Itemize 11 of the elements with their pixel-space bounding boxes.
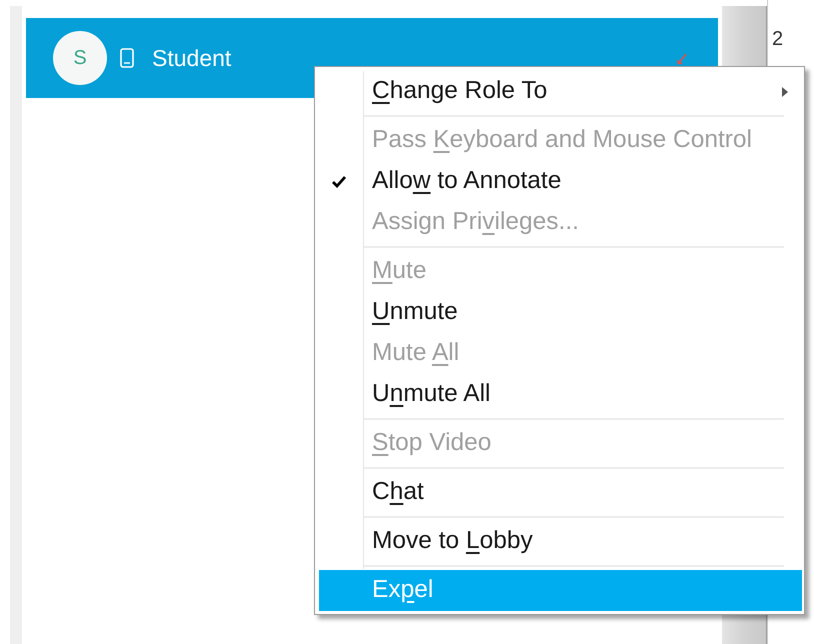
menu-item[interactable]: Chat [315, 472, 802, 513]
participant-name: Student [152, 44, 232, 73]
menu-item[interactable]: Move to Lobby [315, 521, 802, 562]
side-text: 2 [772, 28, 784, 50]
menu-item[interactable]: Unmute [315, 292, 802, 333]
menu-item[interactable]: Allow to Annotate [315, 161, 802, 202]
menu-item[interactable]: Expel [319, 570, 802, 611]
avatar: S [53, 31, 107, 85]
menu-item[interactable]: Unmute All [315, 374, 802, 415]
submenu-arrow-icon [782, 86, 788, 96]
phone-icon [120, 48, 134, 68]
